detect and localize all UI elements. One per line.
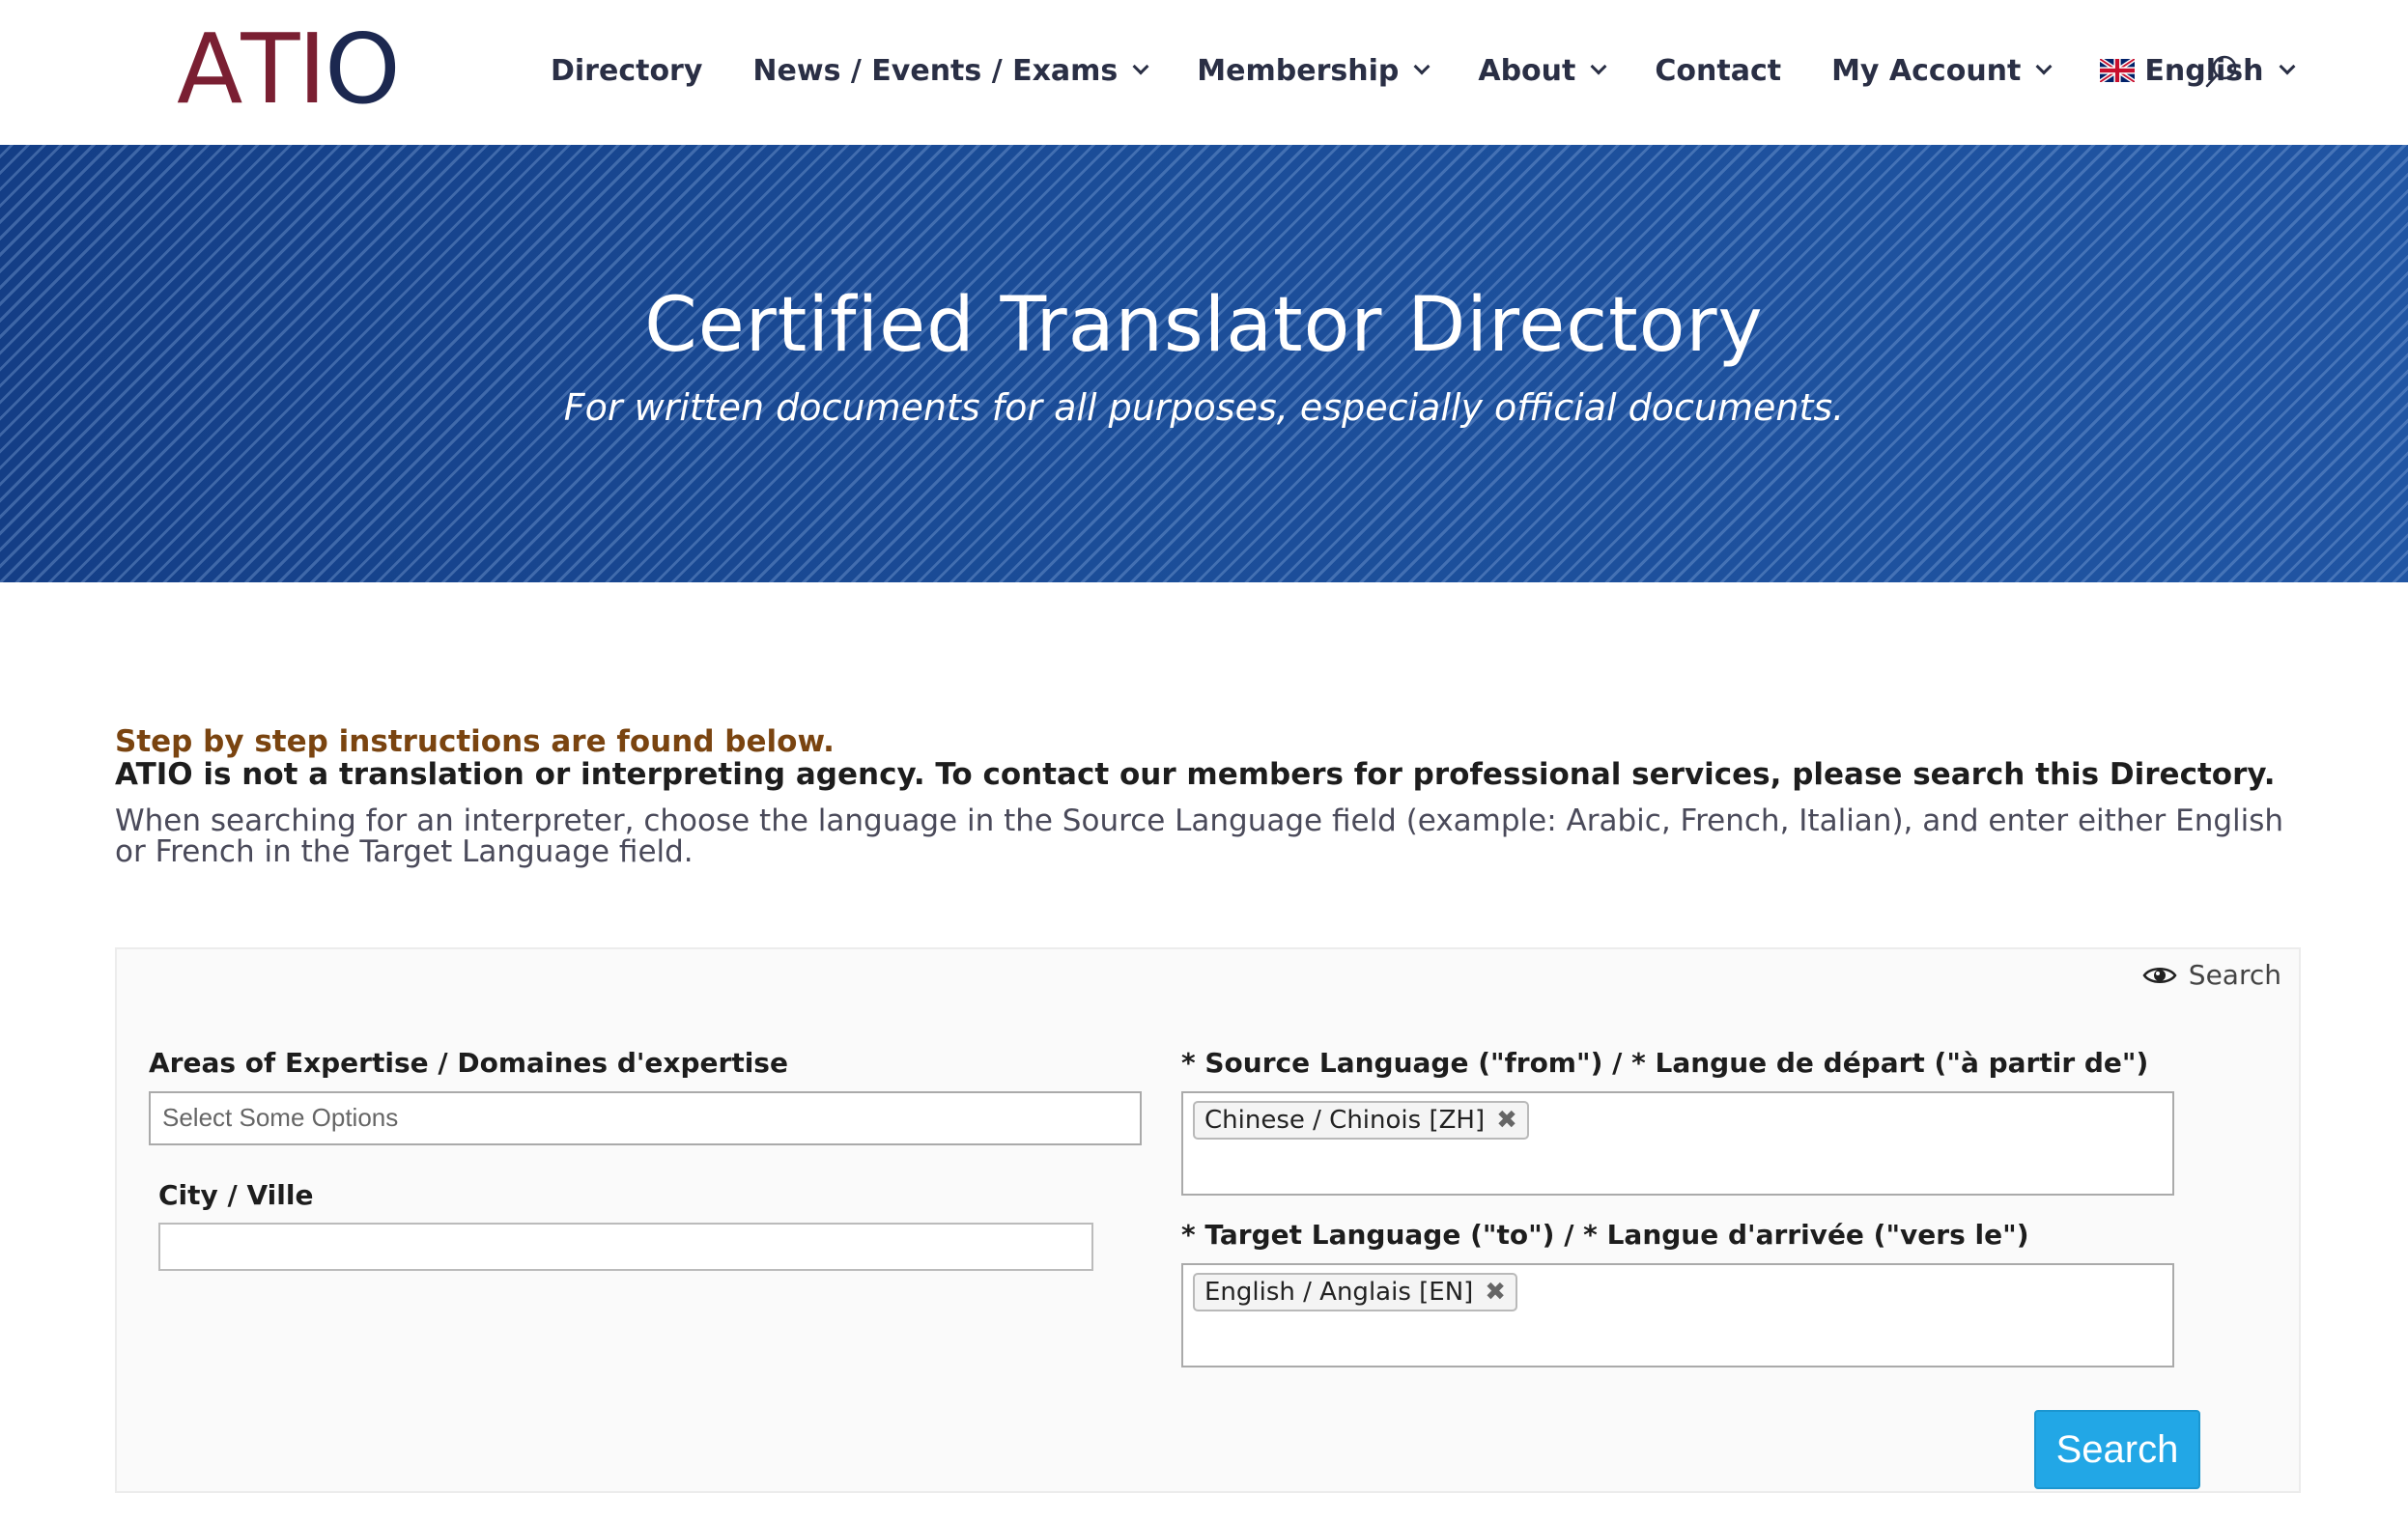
uk-flag-icon [2100, 59, 2136, 82]
page-subtitle: For written documents for all purposes, … [563, 386, 1845, 429]
remove-tag-icon[interactable]: ✖ [1496, 1108, 1517, 1133]
tag-label: English / Anglais [EN] [1204, 1278, 1474, 1307]
chevron-down-icon [1132, 58, 1149, 75]
logo-letter-a: A [177, 13, 242, 126]
chevron-down-icon [2279, 58, 2295, 75]
search-toggle-label: Search [2188, 959, 2281, 991]
instructions-notice: Step by step instructions are found belo… [115, 724, 835, 759]
city-label: City / Ville [158, 1179, 314, 1211]
nav-item-label: Directory [551, 53, 703, 88]
search-icon[interactable] [2204, 54, 2239, 89]
eye-icon [2142, 967, 2177, 983]
source-language-label: * Source Language ("from") / * Langue de… [1181, 1047, 2149, 1079]
chevron-down-icon [1413, 58, 1431, 75]
selected-tag-target-english: English / Anglais [EN] ✖ [1193, 1273, 1518, 1311]
hero-banner: Certified Translator Directory For writt… [0, 145, 2408, 582]
nav-item-label: Membership [1197, 53, 1400, 88]
nav-item-label: Contact [1655, 53, 1782, 88]
target-language-label: * Target Language ("to") / * Langue d'ar… [1181, 1219, 2029, 1251]
interpreter-search-tip: When searching for an interpreter, choos… [115, 803, 2284, 869]
expertise-label: Areas of Expertise / Domaines d'expertis… [149, 1047, 788, 1079]
nav-item-language[interactable]: English [2100, 54, 2295, 88]
nav-item-news-events-exams[interactable]: News / Events / Exams [752, 53, 1149, 88]
remove-tag-icon[interactable]: ✖ [1485, 1280, 1506, 1305]
logo-letter-i: I [297, 13, 326, 126]
atio-logo[interactable]: ATIO [177, 13, 401, 126]
logo-letter-t: T [241, 13, 299, 126]
chevron-down-icon [2035, 58, 2053, 75]
nav-item-about[interactable]: About [1478, 53, 1607, 88]
page-title: Certified Translator Directory [644, 282, 1764, 369]
expertise-select[interactable]: Select Some Options [149, 1091, 1142, 1145]
expertise-placeholder: Select Some Options [162, 1103, 399, 1132]
target-language-select[interactable]: English / Anglais [EN] ✖ [1181, 1263, 2174, 1367]
logo-letter-o: O [325, 13, 401, 126]
selected-tag-source-chinese: Chinese / Chinois [ZH] ✖ [1193, 1101, 1529, 1140]
nav-item-contact[interactable]: Contact [1655, 54, 1781, 88]
chevron-down-icon [1590, 58, 1607, 75]
nav-item-label: My Account [1831, 53, 2022, 88]
site-header: ATIO Directory News / Events / Exams Mem… [0, 0, 2408, 145]
search-toggle[interactable]: Search [2142, 959, 2281, 991]
agency-disclaimer: ATIO is not a translation or interpretin… [115, 757, 2276, 792]
nav-item-label: News / Events / Exams [752, 53, 1119, 88]
city-input[interactable] [158, 1223, 1093, 1271]
source-language-select[interactable]: Chinese / Chinois [ZH] ✖ [1181, 1091, 2174, 1196]
nav-item-label: About [1478, 53, 1576, 88]
intro-section: Step by step instructions are found belo… [115, 724, 2337, 867]
tag-label: Chinese / Chinois [ZH] [1204, 1106, 1486, 1135]
nav-item-my-account[interactable]: My Account [1831, 53, 2053, 88]
nav-item-membership[interactable]: Membership [1197, 53, 1431, 88]
nav-item-directory[interactable]: Directory [551, 54, 702, 88]
search-submit-button[interactable]: Search [2034, 1410, 2200, 1489]
main-nav: Directory News / Events / Exams Membersh… [551, 46, 2295, 95]
